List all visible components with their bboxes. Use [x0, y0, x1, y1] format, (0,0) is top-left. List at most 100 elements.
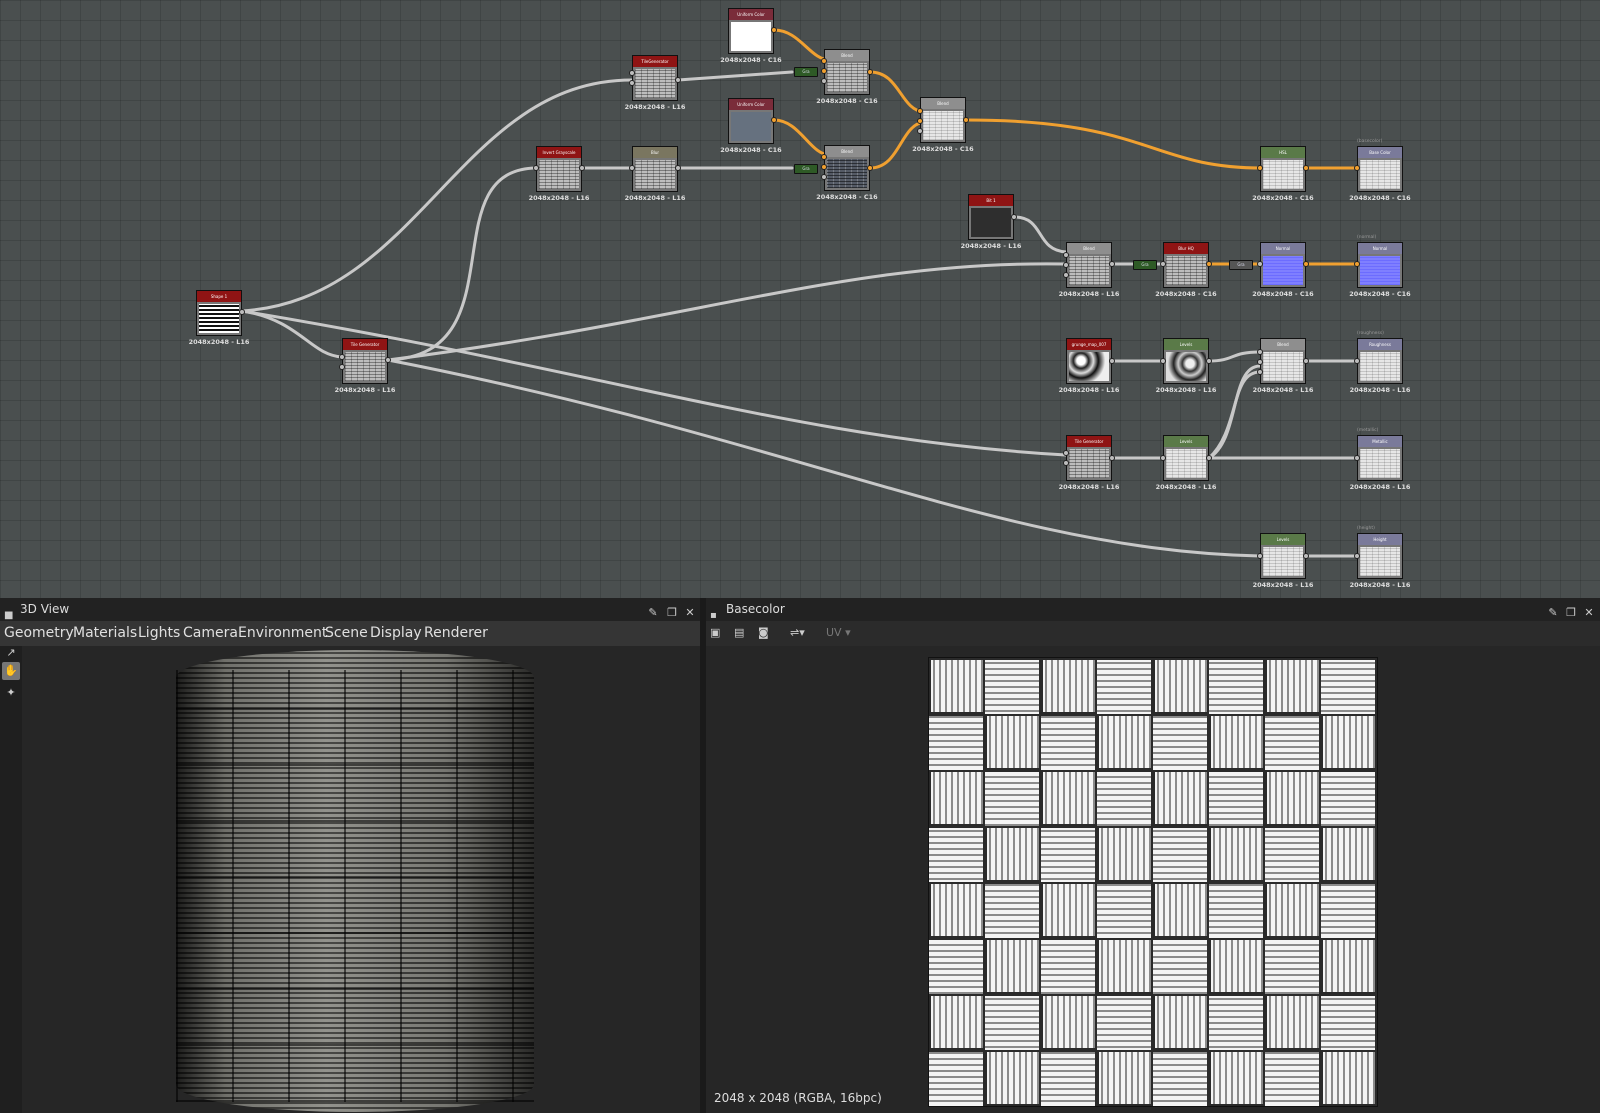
- node-tile-generator[interactable]: Tile Generator: [1066, 435, 1112, 481]
- menu-geometry[interactable]: Geometry: [4, 625, 74, 641]
- node-grunge-map[interactable]: grunge_map_007: [1066, 338, 1112, 384]
- input-port[interactable]: [821, 58, 827, 64]
- node-blend[interactable]: Blend: [824, 49, 870, 95]
- input-port[interactable]: [821, 164, 827, 170]
- node-blend[interactable]: Blend: [1260, 338, 1306, 384]
- input-port[interactable]: [629, 80, 635, 86]
- node-levels[interactable]: Levels: [1163, 435, 1209, 481]
- output-port[interactable]: [867, 69, 873, 75]
- output-port[interactable]: [771, 117, 777, 123]
- output-port[interactable]: [385, 357, 391, 363]
- external-icon[interactable]: ↗: [2, 646, 20, 662]
- node-normal[interactable]: Normal: [1260, 242, 1306, 288]
- output-port[interactable]: [1109, 358, 1115, 364]
- input-port[interactable]: [339, 364, 345, 370]
- input-port[interactable]: [1063, 272, 1069, 278]
- input-port[interactable]: [1160, 261, 1166, 267]
- node-blend[interactable]: Blend: [824, 145, 870, 191]
- input-port[interactable]: [1354, 553, 1360, 559]
- input-port[interactable]: [1257, 359, 1263, 365]
- output-port[interactable]: [675, 77, 681, 83]
- menu-scene[interactable]: Scene: [325, 625, 368, 641]
- converter-node[interactable]: Gra: [794, 67, 818, 77]
- node-uniform-color[interactable]: Uniform Color: [728, 98, 774, 144]
- node-blur[interactable]: Blur: [632, 146, 678, 192]
- rotate-tool-icon[interactable]: ✋: [2, 662, 20, 680]
- input-port[interactable]: [1257, 553, 1263, 559]
- input-port[interactable]: [629, 165, 635, 171]
- input-port[interactable]: [1257, 165, 1263, 171]
- output-port[interactable]: [675, 165, 681, 171]
- node-tile-generator[interactable]: TileGenerator: [632, 55, 678, 101]
- input-port[interactable]: [821, 154, 827, 160]
- menu-materials[interactable]: Materials: [73, 625, 137, 641]
- copy-icon[interactable]: ▣: [710, 626, 720, 639]
- converter-node[interactable]: Gra: [1133, 260, 1157, 270]
- node-levels[interactable]: Levels: [1260, 533, 1306, 579]
- output-port[interactable]: [1303, 165, 1309, 171]
- input-port[interactable]: [821, 174, 827, 180]
- node-graph[interactable]: Gra Gra Gra Gra Shape 1 2048x2048 - L16 …: [0, 0, 1600, 598]
- input-port[interactable]: [1354, 165, 1360, 171]
- output-port[interactable]: [1109, 455, 1115, 461]
- node-output-metallic[interactable]: Metallic: [1357, 435, 1403, 481]
- input-port[interactable]: [1354, 358, 1360, 364]
- output-port[interactable]: [1011, 214, 1017, 220]
- node-tile-generator[interactable]: Tile Generator: [342, 338, 388, 384]
- output-port[interactable]: [1206, 261, 1212, 267]
- node-output-basecolor[interactable]: Base Color: [1357, 146, 1403, 192]
- 2d-viewport[interactable]: 2048 x 2048 (RGBA, 16bpc): [706, 646, 1600, 1113]
- node-output-height[interactable]: Height: [1357, 533, 1403, 579]
- input-port[interactable]: [1063, 460, 1069, 466]
- 3d-viewport[interactable]: ↗ ✋ ✦: [0, 646, 700, 1113]
- input-port[interactable]: [821, 68, 827, 74]
- output-port[interactable]: [867, 165, 873, 171]
- input-port[interactable]: [533, 165, 539, 171]
- node-blend[interactable]: Blend: [920, 97, 966, 143]
- input-port[interactable]: [1063, 450, 1069, 456]
- node-blur-hq[interactable]: Blur HQ: [1163, 242, 1209, 288]
- node-uniform-color[interactable]: Uniform Color: [728, 8, 774, 54]
- input-port[interactable]: [917, 118, 923, 124]
- output-port[interactable]: [1303, 553, 1309, 559]
- output-port[interactable]: [1109, 261, 1115, 267]
- node-dark[interactable]: Bit 1: [968, 194, 1014, 240]
- input-port[interactable]: [1257, 369, 1263, 375]
- menu-environment[interactable]: Environment: [238, 625, 327, 641]
- input-port[interactable]: [1257, 349, 1263, 355]
- output-port[interactable]: [1206, 358, 1212, 364]
- output-port[interactable]: [963, 117, 969, 123]
- share-dropdown-icon[interactable]: ⇌▾: [790, 626, 805, 639]
- output-port[interactable]: [579, 165, 585, 171]
- converter-node[interactable]: Gra: [1229, 260, 1253, 270]
- output-port[interactable]: [1303, 358, 1309, 364]
- input-port[interactable]: [821, 78, 827, 84]
- output-port[interactable]: [1303, 261, 1309, 267]
- output-port[interactable]: [239, 309, 245, 315]
- node-invert-grayscale[interactable]: Invert Grayscale: [536, 146, 582, 192]
- converter-node[interactable]: Gra: [794, 164, 818, 174]
- light-tool-icon[interactable]: ✦: [2, 684, 20, 702]
- input-port[interactable]: [1257, 261, 1263, 267]
- node-shape[interactable]: Shape 1: [196, 290, 242, 336]
- camera-icon[interactable]: ◙: [758, 626, 769, 639]
- input-port[interactable]: [917, 108, 923, 114]
- node-output-normal[interactable]: Normal: [1357, 242, 1403, 288]
- input-port[interactable]: [1063, 252, 1069, 258]
- input-port[interactable]: [1354, 455, 1360, 461]
- save-icon[interactable]: ▤: [734, 626, 744, 639]
- uv-dropdown[interactable]: UV ▾: [826, 626, 851, 639]
- output-port[interactable]: [771, 27, 777, 33]
- input-port[interactable]: [917, 128, 923, 134]
- menu-renderer[interactable]: Renderer: [424, 625, 488, 641]
- input-port[interactable]: [1063, 262, 1069, 268]
- output-port[interactable]: [1206, 455, 1212, 461]
- input-port[interactable]: [339, 354, 345, 360]
- menu-lights[interactable]: Lights: [138, 625, 180, 641]
- node-levels[interactable]: Levels: [1163, 338, 1209, 384]
- menu-camera[interactable]: Camera: [183, 625, 238, 641]
- menu-display[interactable]: Display: [370, 625, 422, 641]
- input-port[interactable]: [1354, 261, 1360, 267]
- input-port[interactable]: [629, 70, 635, 76]
- node-hsl[interactable]: HSL: [1260, 146, 1306, 192]
